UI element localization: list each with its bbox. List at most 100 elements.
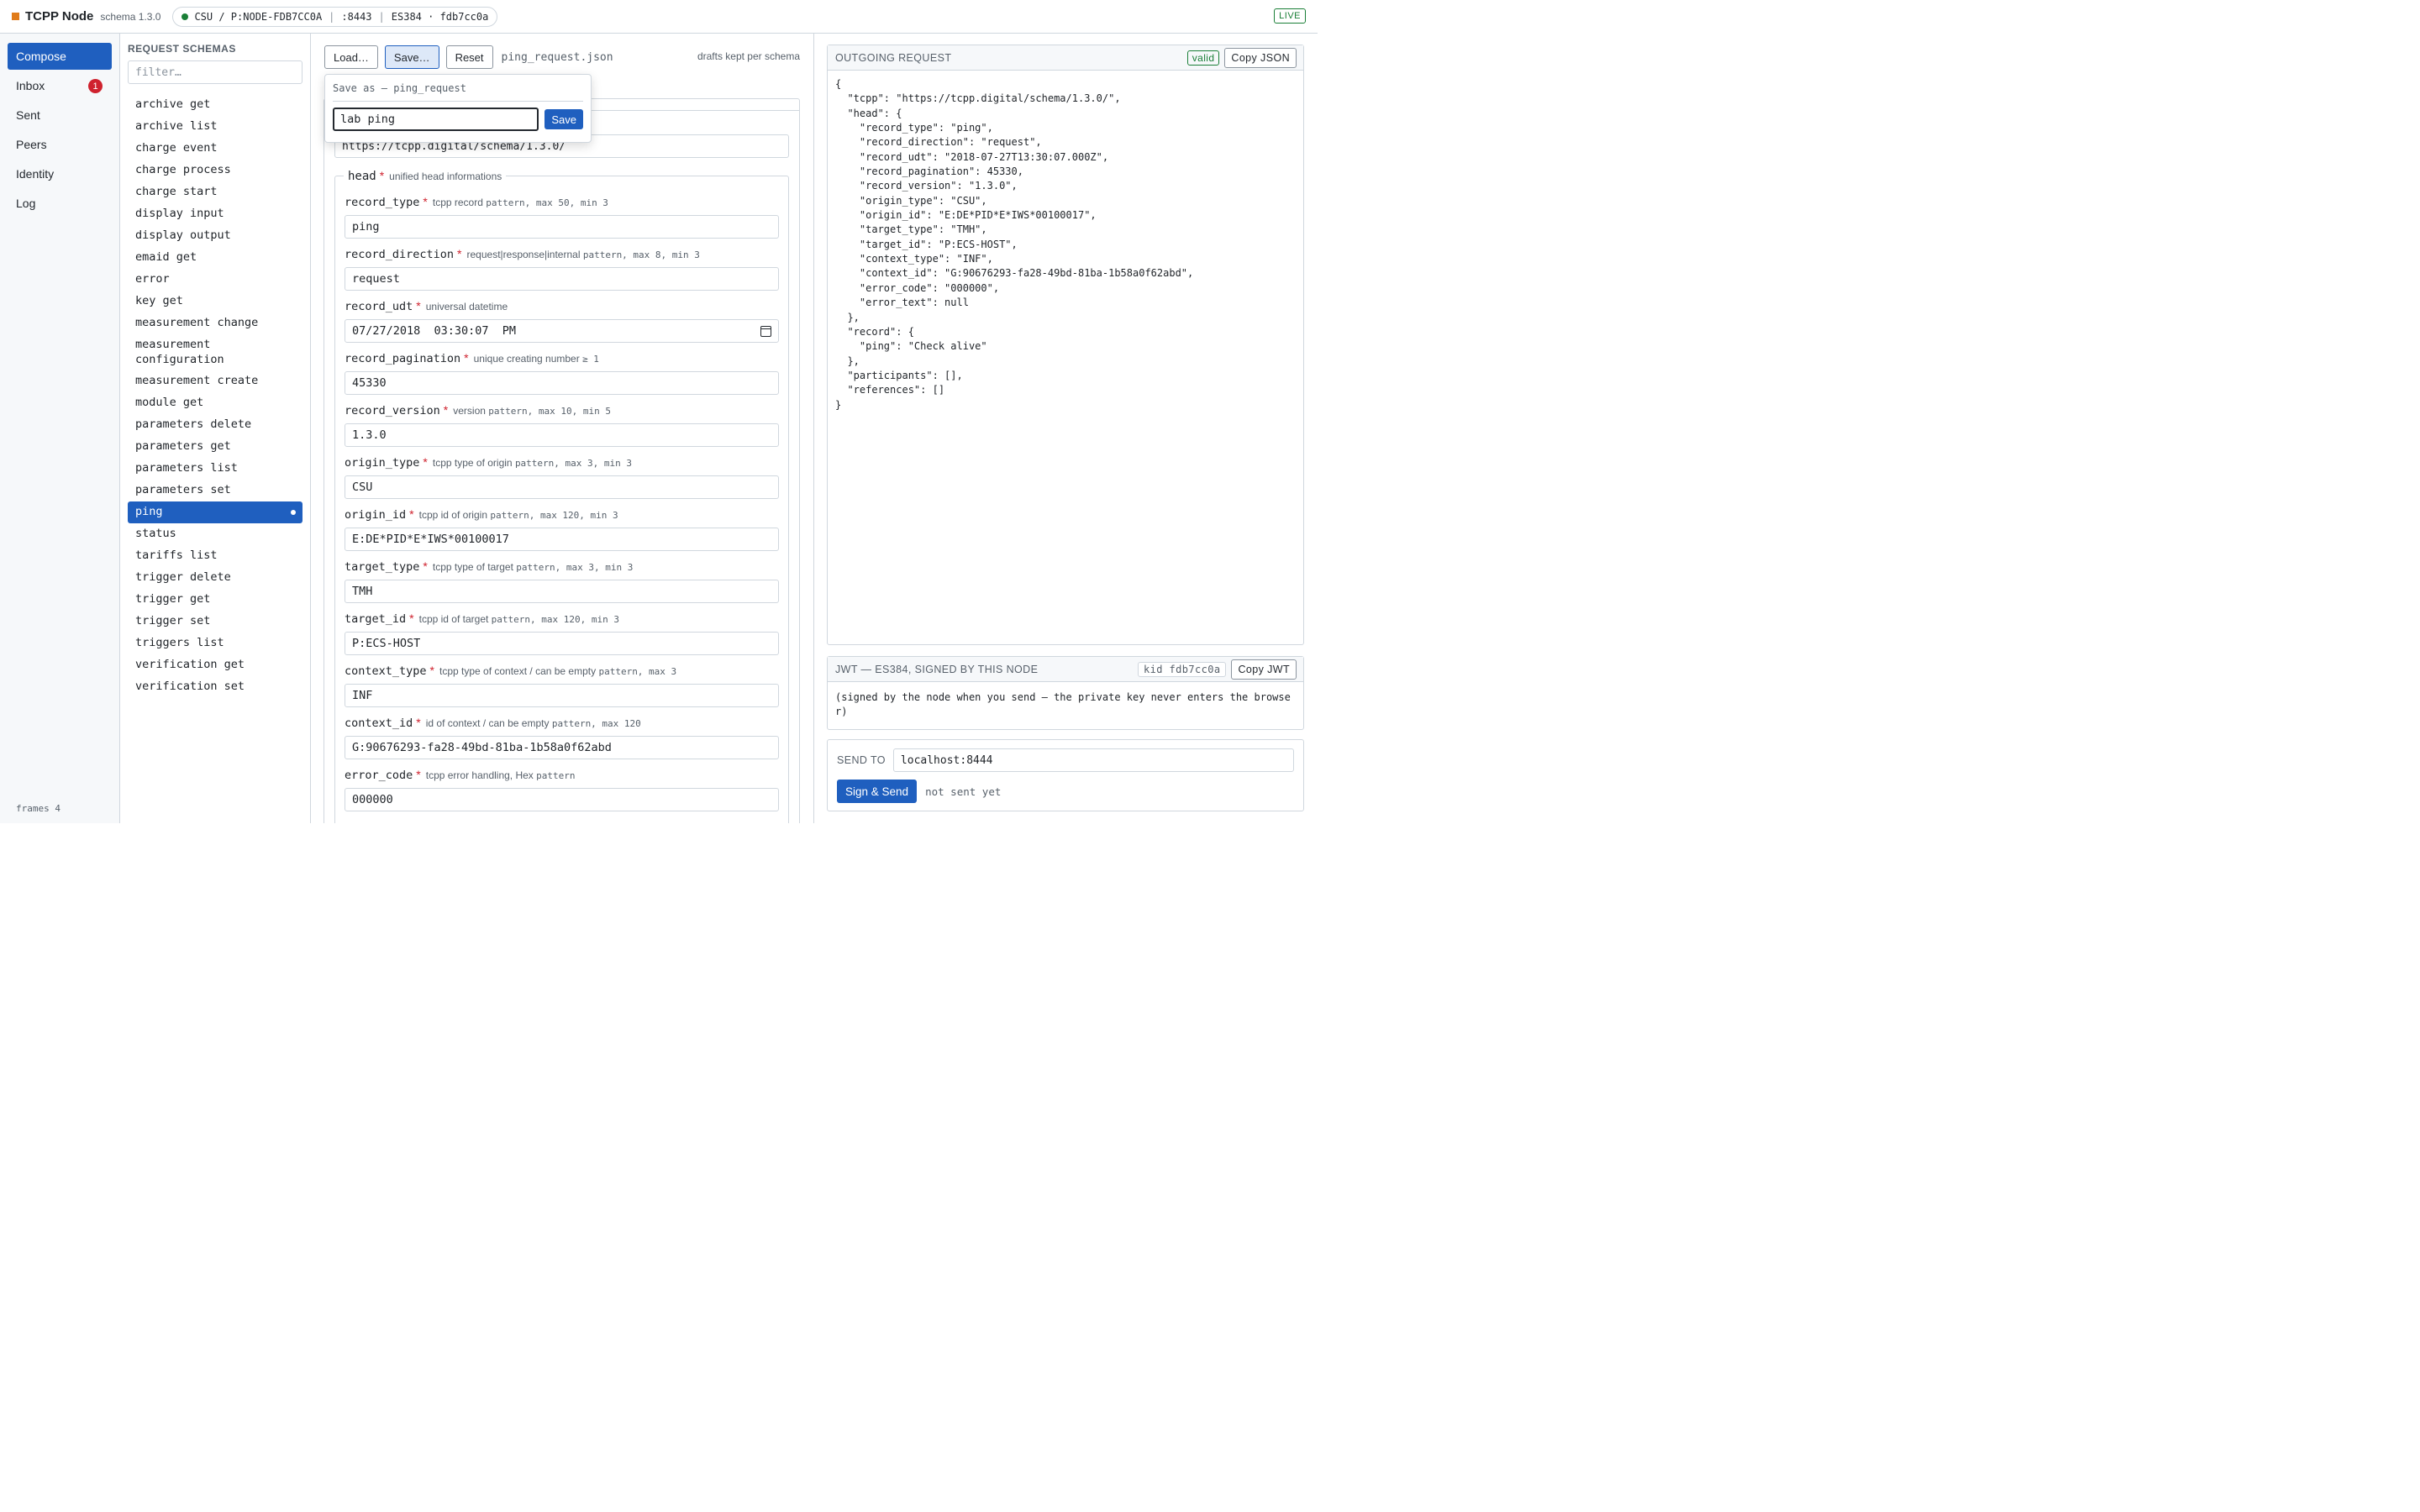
nav-item-compose[interactable]: Compose [8, 43, 112, 70]
field-input[interactable]: 07/27/2018 03:30:07 PM [345, 319, 779, 343]
schema-item[interactable]: archive get [128, 94, 302, 116]
field-hint: id of context / can be empty pattern, ma… [426, 717, 641, 729]
schema-item[interactable]: parameters get [128, 436, 302, 458]
schema-item[interactable]: parameters set [128, 480, 302, 501]
inbox-count-badge: 1 [88, 79, 103, 93]
field-label: record_udt * universal datetime [345, 299, 779, 314]
schema-item-label: trigger get [135, 592, 211, 606]
nav-item-sent[interactable]: Sent [8, 102, 112, 129]
schema-item-label: key get [135, 294, 183, 307]
field-rule: pattern, max 10, min 5 [488, 406, 611, 417]
schema-list-title: REQUEST SCHEMAS [128, 43, 236, 55]
nav-item-identity[interactable]: Identity [8, 160, 112, 187]
schema-item-label: parameters delete [135, 417, 252, 431]
schema-item[interactable]: tariffs list [128, 545, 302, 567]
schema-list: archive get archive list charge event charg… [128, 94, 302, 698]
schema-item[interactable]: archive list [128, 116, 302, 138]
copy-jwt-button[interactable]: Copy JWT [1231, 659, 1297, 680]
popover-save-button[interactable]: Save [544, 109, 583, 129]
schema-item[interactable]: measurement change [128, 312, 302, 334]
schema-item[interactable]: trigger get [128, 589, 302, 611]
schema-item[interactable]: measurement configuration [128, 334, 302, 370]
calendar-icon[interactable] [760, 326, 771, 337]
schema-item[interactable]: key get [128, 291, 302, 312]
schema-item-label: archive list [135, 119, 218, 133]
field-desc: tcpp type of context / can be empty [439, 665, 597, 677]
field-input[interactable]: ping [345, 215, 779, 239]
schema-item[interactable]: display input [128, 203, 302, 225]
field-input[interactable]: 1.3.0 [345, 423, 779, 447]
field-rule: pattern, max 120, min 3 [491, 614, 619, 625]
field-rule: pattern, max 120, min 3 [490, 510, 618, 521]
schema-item[interactable]: triggers list [128, 633, 302, 654]
field-input[interactable]: INF [345, 684, 779, 707]
sign-send-button[interactable]: Sign & Send [837, 780, 918, 803]
field-hint: tcpp type of context / can be empty patt… [439, 665, 676, 677]
app-title: TCPP Node [25, 9, 94, 24]
field-input[interactable]: 45330 [345, 371, 779, 395]
schema-item-label: tariffs list [135, 549, 218, 562]
field-desc: universal datetime [425, 301, 508, 312]
schema-item[interactable]: verification set [128, 676, 302, 698]
field-input[interactable]: E:DE*PID*E*IWS*00100017 [345, 528, 779, 551]
send-target-input[interactable]: localhost:8444 [892, 748, 1294, 772]
schema-item[interactable]: charge event [128, 138, 302, 160]
nav-label: Inbox [16, 79, 45, 92]
field-desc: tcpp id of target [418, 613, 489, 625]
schema-item[interactable]: error [128, 269, 302, 291]
nav-item-inbox[interactable]: Inbox 1 [8, 72, 112, 99]
schema-item[interactable]: parameters list [128, 458, 302, 480]
field-input[interactable]: CSU [345, 475, 779, 499]
load-button[interactable]: Load… [324, 45, 378, 69]
schema-item[interactable]: measurement create [128, 370, 302, 392]
schema-item-label: parameters list [135, 461, 238, 475]
schema-item[interactable]: charge start [128, 181, 302, 203]
filename: ping_request.json [501, 50, 613, 64]
field-value: 000000 [352, 793, 393, 806]
schema-item[interactable]: parameters delete [128, 414, 302, 436]
schema-item[interactable]: status [128, 523, 302, 545]
copy-json-button[interactable]: Copy JSON [1224, 48, 1297, 68]
schema-item-label: parameters get [135, 439, 231, 453]
schema-item[interactable]: trigger set [128, 611, 302, 633]
field-input[interactable]: TMH [345, 580, 779, 603]
required-marker: * [416, 299, 421, 312]
jwt-header: JWT — ES384, SIGNED BY THIS NODE kid fdb… [828, 657, 1303, 682]
schema-item-label: archive get [135, 97, 211, 111]
field-input[interactable]: G:90676293-fa28-49bd-81ba-1b58a0f62abd [345, 736, 779, 759]
field-input[interactable]: request [345, 267, 779, 291]
schema-item[interactable]: display output [128, 225, 302, 247]
schema-item[interactable]: verification get [128, 654, 302, 676]
nav-label: Identity [16, 167, 55, 181]
save-button[interactable]: Save… [384, 45, 439, 69]
schema-item-label: error [135, 272, 170, 286]
schema-item[interactable]: emaid get [128, 247, 302, 269]
save-name-input[interactable]: lab ping [333, 108, 539, 131]
field-hint: tcpp id of target pattern, max 120, min … [419, 613, 619, 625]
send-panel: SEND TO localhost:8444 Sign & Send not s… [827, 739, 1304, 811]
nav-item-peers[interactable]: Peers [8, 131, 112, 158]
nav-item-log[interactable]: Log [8, 190, 112, 217]
field-label: origin_type * tcpp type of origin pattern,… [345, 455, 779, 470]
schema-item[interactable]: trigger delete [128, 567, 302, 589]
field-hint: version pattern, max 10, min 5 [453, 405, 611, 417]
required-marker: * [379, 169, 385, 182]
schema-item-label: charge process [135, 163, 231, 176]
schema-item[interactable]: module get [128, 392, 302, 414]
schema-item-label: display input [135, 207, 224, 220]
field-input[interactable]: P:ECS-HOST [345, 632, 779, 655]
field-input[interactable]: 000000 [345, 788, 779, 811]
schema-item[interactable]: ping [128, 501, 302, 523]
request-form: https://tcpp.digital/schema/1.3.0/ head … [324, 98, 800, 823]
field-label: target_id * tcpp id of target pattern, max… [345, 612, 779, 627]
field-rule: pattern, max 3, min 3 [516, 562, 634, 573]
outgoing-request-header: OUTGOING REQUEST valid Copy JSON [828, 45, 1303, 71]
schema-item[interactable]: charge process [128, 160, 302, 181]
head-legend-label: head [348, 170, 376, 183]
key-info: ES384 · fdb7cc0a [391, 10, 489, 23]
reset-button[interactable]: Reset [445, 45, 493, 69]
outgoing-request-title: OUTGOING REQUEST [835, 51, 952, 64]
schema-item-label: parameters set [135, 483, 231, 496]
schema-filter-input[interactable]: filter… [128, 60, 302, 84]
required-marker: * [423, 455, 428, 469]
